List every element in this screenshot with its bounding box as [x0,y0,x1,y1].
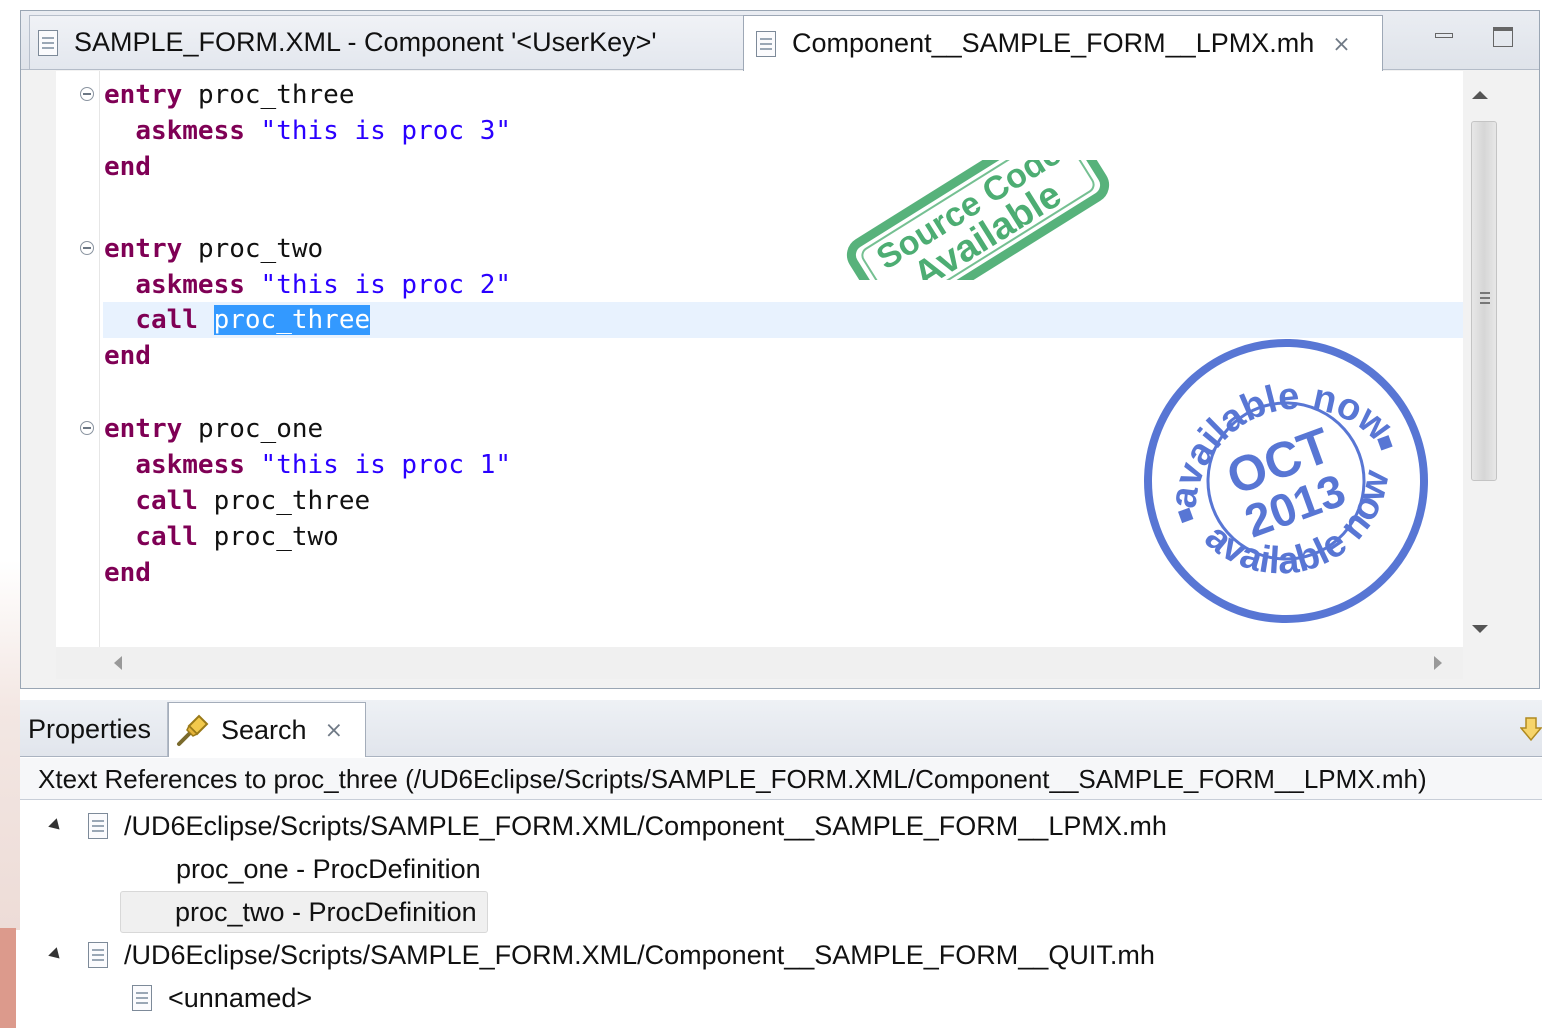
view-menu-icon[interactable] [1520,716,1542,742]
tree-item-file[interactable]: /UD6Eclipse/Scripts/SAMPLE_FORM.XML/Comp… [48,935,1155,975]
code-gutter [56,71,100,647]
tab-label: Properties [28,713,152,744]
horizontal-scrollbar[interactable] [56,647,1463,679]
code-line: end [104,152,151,182]
tree-item-file[interactable]: /UD6Eclipse/Scripts/SAMPLE_FORM.XML/Comp… [48,806,1167,846]
code-line: entry proc_two [104,234,324,264]
date-stamp: available now available now OCT 2013 [1140,339,1428,623]
scrollbar-thumb[interactable] [1471,121,1497,481]
fold-collapse-icon[interactable] [80,241,94,255]
code-line: call proc_three [135,486,371,516]
tree-item-label: /UD6Eclipse/Scripts/SAMPLE_FORM.XML/Comp… [124,810,1167,841]
editor-tab-sample-form-xml[interactable]: SAMPLE_FORM.XML - Component '<UserKey>' [29,15,744,69]
minimize-icon[interactable] [1433,25,1457,49]
left-edge-fade [0,560,20,930]
editor-tab-lpmx[interactable]: Component__SAMPLE_FORM__LPMX.mh ⨯ [743,15,1383,71]
expand-twisty-icon[interactable] [48,947,64,963]
tab-search[interactable]: Search ⨯ [168,702,366,757]
search-view: Properties Search ⨯ Xtext References to … [20,700,1542,1028]
search-results-header: Xtext References to proc_three (/UD6Ecli… [20,758,1542,800]
code-line: askmess "this is proc 2" [135,270,511,300]
tree-item-match[interactable]: <unnamed> [132,978,312,1018]
selected-text[interactable]: proc_three [213,305,371,335]
code-line-current: call proc_three [135,305,371,335]
file-icon [756,30,776,57]
source-code-available-stamp: Source Code Available [846,160,1110,280]
tree-item-label: proc_two - ProcDefinition [175,896,477,927]
code-line: end [104,558,151,588]
scroll-up-arrow-icon[interactable] [1472,91,1488,99]
editor-tab-label: Component__SAMPLE_FORM__LPMX.mh [792,28,1315,58]
view-tab-bar: Properties Search ⨯ [20,700,1542,757]
editor-tab-bar: SAMPLE_FORM.XML - Component '<UserKey>' … [21,11,1539,71]
code-line: askmess "this is proc 1" [135,450,511,480]
file-icon [88,813,108,839]
tree-item-label: <unnamed> [168,982,313,1013]
tree-item-match-selected[interactable]: proc_two - ProcDefinition [120,891,488,933]
fold-collapse-icon[interactable] [80,87,94,101]
file-icon [88,942,108,968]
tab-label: Search [221,714,307,745]
code-line: call proc_two [135,522,339,552]
code-line: entry proc_one [104,414,324,444]
vertical-scrollbar[interactable] [1464,71,1504,647]
scroll-right-arrow-icon[interactable] [1434,656,1442,670]
file-icon [132,985,152,1011]
file-icon [38,29,58,56]
tree-item-match[interactable]: proc_one - ProcDefinition [121,849,481,889]
close-tab-icon[interactable]: ⨯ [325,717,343,743]
maximize-icon[interactable] [1491,25,1515,49]
grip-icon [1480,292,1490,304]
scroll-left-arrow-icon[interactable] [114,656,122,670]
tree-item-label: /UD6Eclipse/Scripts/SAMPLE_FORM.XML/Comp… [124,939,1155,970]
code-line: entry proc_three [104,80,355,110]
close-tab-icon[interactable]: ⨯ [1332,31,1350,57]
editor-tab-label: SAMPLE_FORM.XML - Component '<UserKey>' [74,27,657,57]
left-edge-accent [0,928,16,1028]
code-line: askmess "this is proc 3" [135,116,511,146]
fold-collapse-icon[interactable] [80,421,94,435]
tree-item-label: proc_one - ProcDefinition [176,853,481,884]
expand-twisty-icon[interactable] [48,818,64,834]
tab-properties[interactable]: Properties [20,702,168,756]
search-flashlight-icon [177,714,209,746]
code-line: end [104,341,151,371]
scroll-down-arrow-icon[interactable] [1472,625,1488,633]
